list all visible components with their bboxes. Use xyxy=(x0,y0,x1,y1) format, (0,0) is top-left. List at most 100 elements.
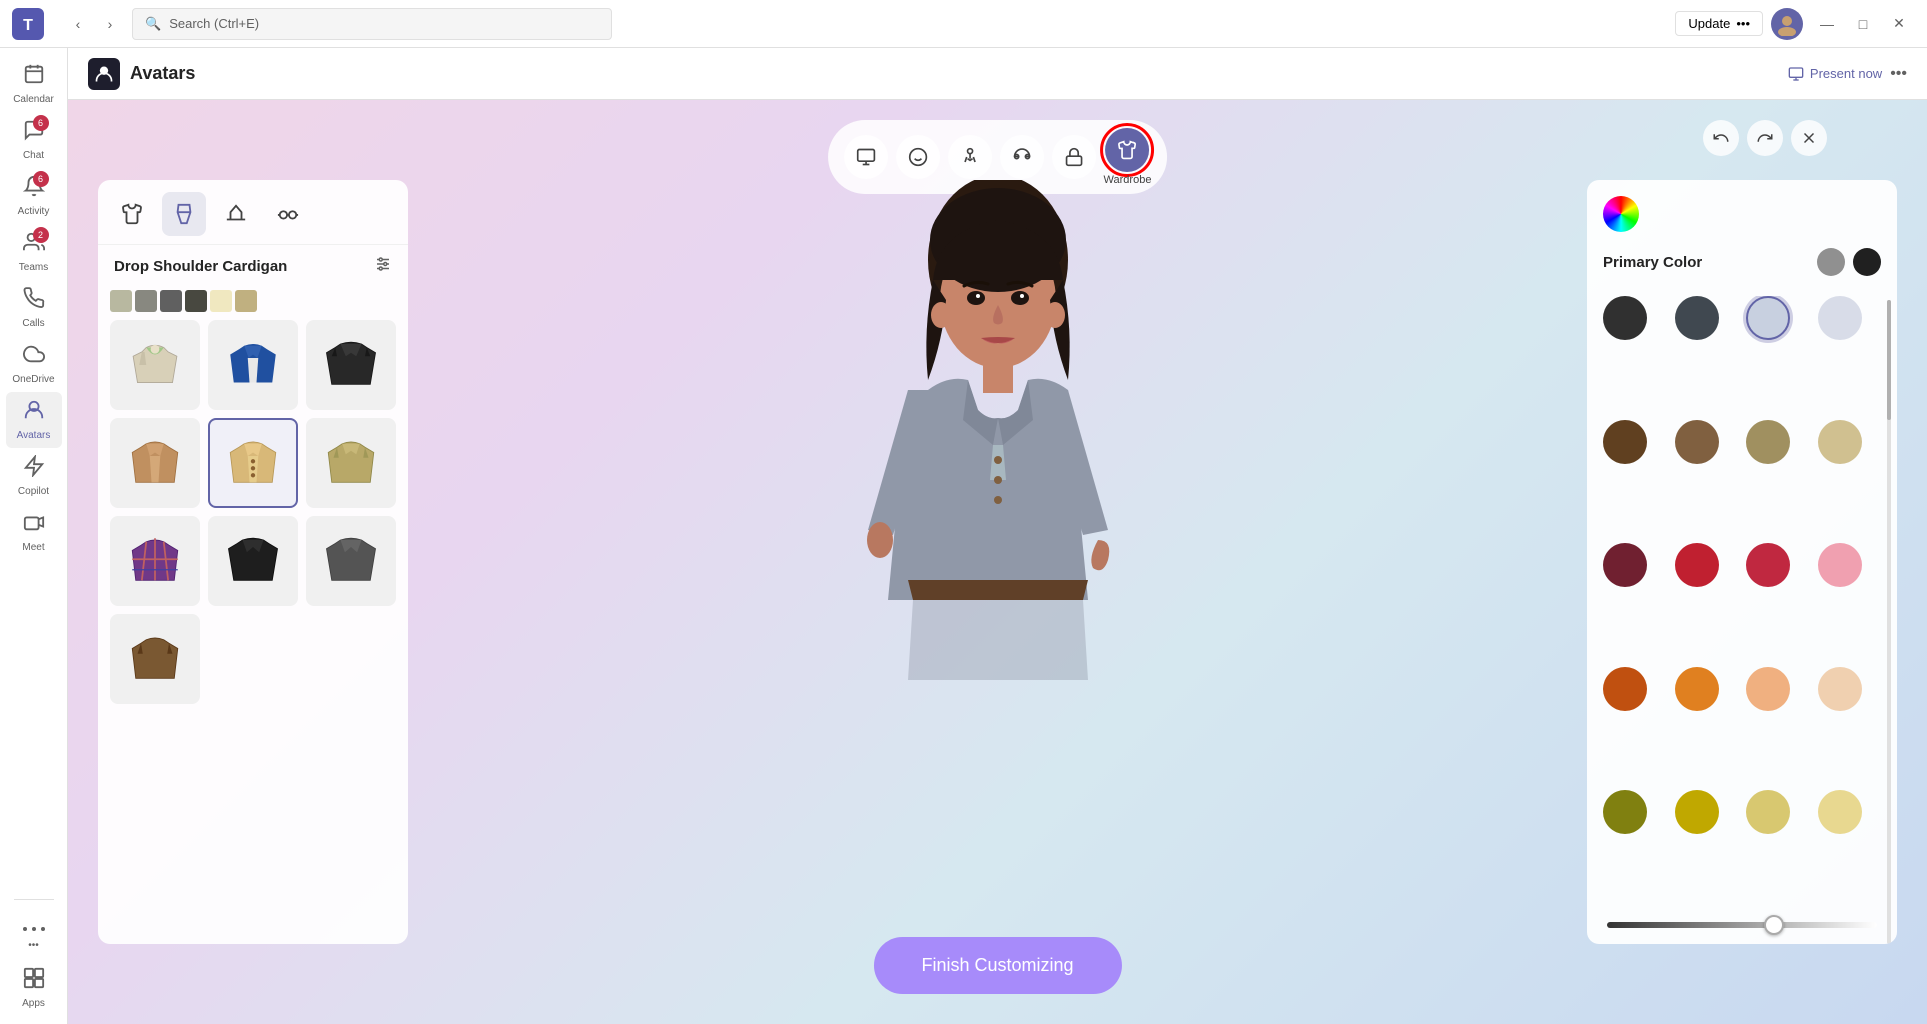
meet-icon xyxy=(23,511,45,539)
clothing-item-black-jacket[interactable] xyxy=(306,320,396,410)
more-icon xyxy=(23,914,45,937)
apps-icon xyxy=(23,967,45,995)
redo-button[interactable] xyxy=(1747,120,1783,156)
tab-shirt[interactable] xyxy=(110,192,154,236)
color-lightest-blue[interactable] xyxy=(1818,296,1862,340)
close-avatar-button[interactable] xyxy=(1791,120,1827,156)
svg-text:T: T xyxy=(23,17,33,34)
finish-customizing-button[interactable]: Finish Customizing xyxy=(873,937,1121,994)
color-medium-brown[interactable] xyxy=(1675,420,1719,464)
left-panel: Drop Shoulder Cardigan xyxy=(98,180,408,944)
sidebar-item-teams[interactable]: 2 Teams xyxy=(6,224,62,280)
search-placeholder: Search (Ctrl+E) xyxy=(169,16,259,31)
color-crimson[interactable] xyxy=(1746,543,1790,587)
color-light-yellow[interactable] xyxy=(1746,790,1790,834)
back-button[interactable]: ‹ xyxy=(64,10,92,38)
right-panel-scrollbar[interactable] xyxy=(1887,280,1891,924)
undo-button[interactable] xyxy=(1703,120,1739,156)
apps-label: Apps xyxy=(22,998,45,1009)
sidebar-divider xyxy=(14,899,54,900)
preset-swatch-gray[interactable] xyxy=(1817,248,1845,276)
sidebar-item-calls[interactable]: Calls xyxy=(6,280,62,336)
title-bar: T ‹ › 🔍 Search (Ctrl+E) Update ••• — □ ✕ xyxy=(0,0,1927,48)
close-button[interactable]: ✕ xyxy=(1883,8,1915,40)
sidebar: Calendar 6 Chat 6 Activity 2 Teams Calls xyxy=(0,48,68,1024)
clothing-item-tan-cardigan[interactable] xyxy=(110,418,200,508)
color-swatch-bar xyxy=(98,286,408,316)
color-tan[interactable] xyxy=(1818,420,1862,464)
color-dark-orange[interactable] xyxy=(1603,667,1647,711)
slider-thumb[interactable] xyxy=(1764,915,1784,935)
sidebar-item-meet[interactable]: Meet xyxy=(6,504,62,560)
color-dark-blue-gray[interactable] xyxy=(1675,296,1719,340)
onedrive-icon xyxy=(23,343,45,371)
clothing-item-hoodie[interactable] xyxy=(110,320,200,410)
minimize-button[interactable]: — xyxy=(1811,8,1843,40)
scroll-thumb[interactable] xyxy=(1887,300,1891,420)
preset-swatch-black[interactable] xyxy=(1853,248,1881,276)
color-light-orange[interactable] xyxy=(1746,667,1790,711)
nav-buttons: ‹ › xyxy=(56,10,132,38)
sidebar-item-avatars[interactable]: Avatars xyxy=(6,392,62,448)
sidebar-item-activity[interactable]: 6 Activity xyxy=(6,168,62,224)
app-bar-more-button[interactable]: ••• xyxy=(1890,65,1907,83)
clothing-item-gray-blazer[interactable] xyxy=(306,516,396,606)
preset-swatches xyxy=(1817,248,1881,276)
swatch-4[interactable] xyxy=(185,290,207,312)
activity-badge: 6 xyxy=(33,171,49,187)
sidebar-item-onedrive[interactable]: OneDrive xyxy=(6,336,62,392)
swatch-6[interactable] xyxy=(235,290,257,312)
meet-label: Meet xyxy=(22,542,44,553)
color-yellow-green[interactable] xyxy=(1675,790,1719,834)
color-pink[interactable] xyxy=(1818,543,1862,587)
sidebar-item-more[interactable]: ••• xyxy=(6,904,62,960)
tab-pants[interactable] xyxy=(162,192,206,236)
maximize-button[interactable]: □ xyxy=(1847,8,1879,40)
forward-button[interactable]: › xyxy=(96,10,124,38)
clothing-item-plaid[interactable] xyxy=(110,516,200,606)
clothing-item-blue-blazer[interactable] xyxy=(208,320,298,410)
color-dark-red[interactable] xyxy=(1603,543,1647,587)
sidebar-item-chat[interactable]: 6 Chat xyxy=(6,112,62,168)
color-peach[interactable] xyxy=(1818,667,1862,711)
filter-button[interactable] xyxy=(374,255,392,278)
search-bar[interactable]: 🔍 Search (Ctrl+E) xyxy=(132,8,612,40)
sidebar-item-apps[interactable]: Apps xyxy=(6,960,62,1016)
clothing-item-selected-cardigan[interactable] xyxy=(208,418,298,508)
sidebar-item-calendar[interactable]: Calendar xyxy=(6,56,62,112)
clothing-item-brown-jacket[interactable] xyxy=(110,614,200,704)
color-orange[interactable] xyxy=(1675,667,1719,711)
update-button[interactable]: Update ••• xyxy=(1675,11,1763,36)
swatch-3[interactable] xyxy=(160,290,182,312)
color-red[interactable] xyxy=(1675,543,1719,587)
color-cream-yellow[interactable] xyxy=(1818,790,1862,834)
present-now-button[interactable]: Present now xyxy=(1788,66,1882,82)
copilot-label: Copilot xyxy=(18,486,49,497)
calls-label: Calls xyxy=(22,318,44,329)
clothing-item-black-blazer[interactable] xyxy=(208,516,298,606)
clothing-scroll[interactable] xyxy=(98,316,408,944)
color-light-blue-gray[interactable] xyxy=(1746,296,1790,340)
color-olive[interactable] xyxy=(1603,790,1647,834)
user-avatar[interactable] xyxy=(1771,8,1803,40)
avatar-svg xyxy=(808,180,1188,800)
color-dark-gray[interactable] xyxy=(1603,296,1647,340)
teams-icon: 2 xyxy=(23,231,45,259)
teams-logo-icon: T xyxy=(12,8,44,40)
primary-color-label: Primary Color xyxy=(1603,254,1702,271)
search-icon: 🔍 xyxy=(145,16,161,32)
tab-hat[interactable] xyxy=(214,192,258,236)
swatch-2[interactable] xyxy=(135,290,157,312)
tab-glasses[interactable] xyxy=(266,192,310,236)
color-dark-brown[interactable] xyxy=(1603,420,1647,464)
activity-icon: 6 xyxy=(23,175,45,203)
swatch-1[interactable] xyxy=(110,290,132,312)
panel-tabs xyxy=(98,180,408,245)
color-light-brown[interactable] xyxy=(1746,420,1790,464)
panel-header: Drop Shoulder Cardigan xyxy=(98,245,408,286)
sidebar-item-copilot[interactable]: Copilot xyxy=(6,448,62,504)
clothing-item-khaki-jacket[interactable] xyxy=(306,418,396,508)
title-bar-left: T xyxy=(0,8,56,40)
swatch-5[interactable] xyxy=(210,290,232,312)
panel-title: Drop Shoulder Cardigan xyxy=(114,258,287,275)
